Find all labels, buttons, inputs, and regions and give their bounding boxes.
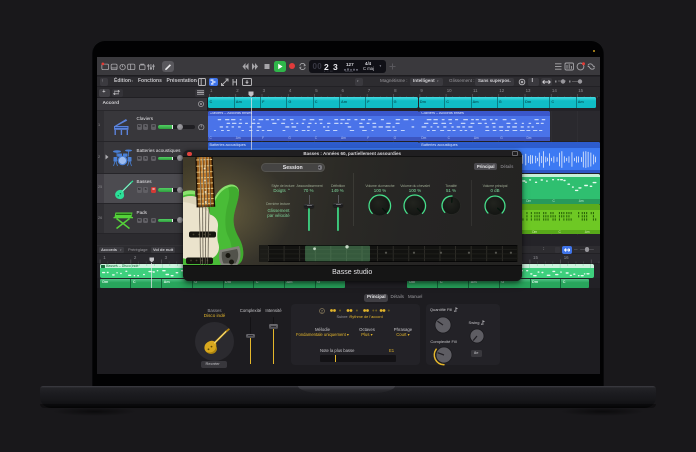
svg-text:2: 2 [321,309,323,313]
